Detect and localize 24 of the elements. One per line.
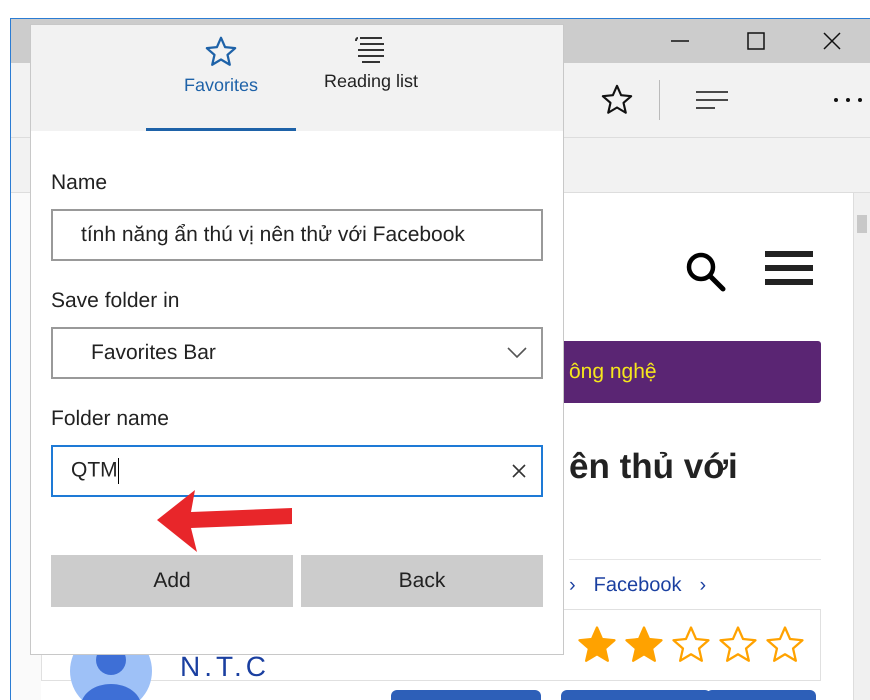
panel-tab[interactable]: Reading list — [296, 25, 446, 131]
page-button[interactable] — [391, 690, 541, 700]
folder-name-field[interactable]: QTM — [51, 445, 543, 497]
author-name[interactable]: N.T.C — [180, 651, 270, 683]
search-icon[interactable] — [685, 251, 727, 293]
clear-icon[interactable] — [511, 463, 527, 479]
article-title: ên thủ với — [569, 447, 739, 487]
panel-tab[interactable]: Favorites — [146, 25, 296, 131]
menu-icon[interactable] — [765, 251, 813, 285]
add-button[interactable]: Add — [51, 555, 293, 607]
breadcrumb-item[interactable]: › — [569, 574, 576, 597]
field-label: Save folder in — [51, 289, 180, 313]
chevron-down-icon — [507, 347, 527, 359]
name-field[interactable]: tính năng ẩn thú vị nên thử với Facebook — [51, 209, 543, 261]
scrollbar[interactable] — [853, 193, 870, 700]
breadcrumb-item[interactable]: Facebook — [594, 574, 682, 597]
field-label: Name — [51, 171, 108, 195]
page-button[interactable] — [706, 690, 816, 700]
folder-dropdown[interactable]: Favorites Bar — [51, 327, 543, 379]
page-button[interactable] — [561, 690, 711, 700]
star-icon — [204, 35, 238, 69]
field-label: Folder name — [51, 407, 170, 431]
back-button[interactable]: Back — [301, 555, 543, 607]
breadcrumb-item[interactable]: › — [700, 574, 706, 597]
